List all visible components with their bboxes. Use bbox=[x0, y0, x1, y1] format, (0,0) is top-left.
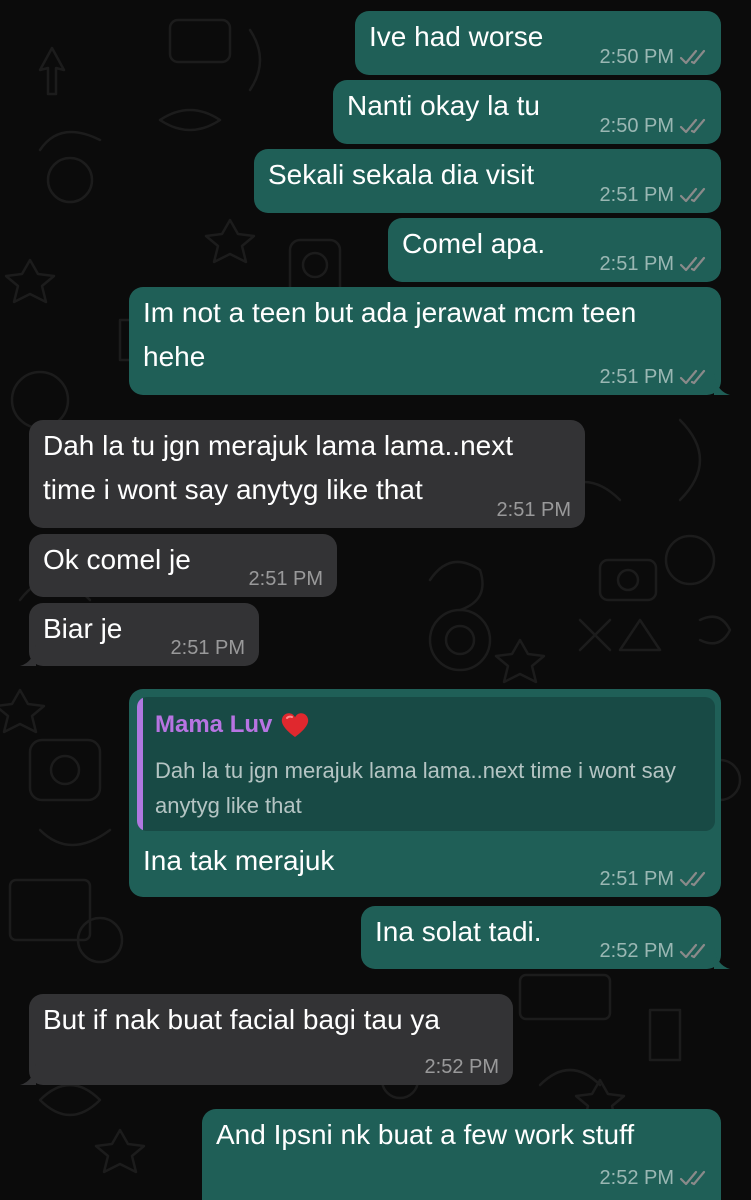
message-text: But if nak buat facial bagi tau ya bbox=[43, 1004, 440, 1035]
double-check-icon bbox=[679, 118, 706, 134]
message-meta: 2:50 PM bbox=[600, 45, 709, 69]
message-text: And Ipsni nk buat a few work stuff bbox=[216, 1119, 635, 1150]
double-check-icon bbox=[679, 369, 706, 385]
bubble-tail bbox=[714, 947, 730, 969]
quote-sender: Mama Luv bbox=[155, 709, 310, 741]
message-text: Comel apa. bbox=[402, 228, 546, 259]
message-text: Im not a teen but ada jerawat mcm teen h… bbox=[143, 297, 637, 372]
message-time: 2:51 PM bbox=[599, 868, 674, 890]
quote-sender-name: Mama Luv bbox=[155, 711, 273, 738]
message-meta: 2:52 PM bbox=[600, 939, 709, 963]
message-text: Nanti okay la tu bbox=[347, 90, 540, 121]
message-bubble-incoming[interactable]: Biar je 2:51 PM bbox=[20, 603, 259, 666]
message-meta: 2:51 PM bbox=[249, 567, 323, 591]
message-meta: 2:52 PM bbox=[425, 1055, 499, 1079]
heart-emoji-icon bbox=[282, 713, 309, 737]
message-bubble-incoming[interactable]: But if nak buat facial bagi tau ya 2:52 … bbox=[20, 994, 513, 1085]
message-text: Ive had worse bbox=[369, 21, 544, 52]
double-check-icon bbox=[679, 871, 706, 887]
message-bubble-incoming[interactable]: Dah la tu jgn merajuk lama lama..next ti… bbox=[29, 420, 585, 528]
bubble-tail bbox=[714, 373, 730, 395]
double-check-icon bbox=[679, 49, 706, 65]
message-meta: 2:51 PM bbox=[600, 867, 709, 891]
message-time: 2:51 PM bbox=[248, 568, 323, 590]
message-text: Ok comel je bbox=[43, 544, 191, 575]
message-meta: 2:51 PM bbox=[600, 365, 709, 389]
message-meta: 2:50 PM bbox=[600, 114, 709, 138]
quoted-message[interactable]: Mama Luv Dah la tu jgn merajuk lama lama… bbox=[137, 697, 715, 831]
message-bubble-outgoing[interactable]: And Ipsni nk buat a few work stuff 2:52 … bbox=[202, 1109, 721, 1200]
message-time: 2:51 PM bbox=[496, 499, 571, 521]
message-text: Ina tak merajuk bbox=[143, 845, 335, 876]
message-meta: 2:51 PM bbox=[171, 636, 245, 660]
message-bubble-outgoing-reply[interactable]: Mama Luv Dah la tu jgn merajuk lama lama… bbox=[129, 689, 721, 897]
message-time: 2:52 PM bbox=[599, 940, 674, 962]
message-time: 2:51 PM bbox=[599, 366, 674, 388]
message-time: 2:51 PM bbox=[170, 637, 245, 659]
message-time: 2:51 PM bbox=[599, 253, 674, 275]
message-text: Dah la tu jgn merajuk lama lama..next ti… bbox=[43, 430, 513, 505]
message-bubble-outgoing[interactable]: Ina solat tadi. 2:52 PM bbox=[361, 906, 730, 969]
message-time: 2:50 PM bbox=[599, 46, 674, 68]
bubble-tail bbox=[20, 1063, 36, 1085]
double-check-icon bbox=[679, 256, 706, 272]
message-bubble-outgoing[interactable]: Comel apa. 2:51 PM bbox=[388, 218, 721, 282]
message-meta: 2:51 PM bbox=[497, 498, 571, 522]
quote-accent-bar bbox=[137, 697, 143, 831]
double-check-icon bbox=[679, 1170, 706, 1186]
message-text: Sekali sekala dia visit bbox=[268, 159, 535, 190]
message-bubble-incoming[interactable]: Ok comel je 2:51 PM bbox=[29, 534, 337, 597]
conversation: Ive had worse 2:50 PM Nanti okay la tu 2… bbox=[0, 0, 751, 1200]
message-time: 2:51 PM bbox=[599, 184, 674, 206]
message-bubble-outgoing[interactable]: Sekali sekala dia visit 2:51 PM bbox=[254, 149, 721, 213]
message-time: 2:52 PM bbox=[424, 1056, 499, 1078]
message-bubble-outgoing[interactable]: Im not a teen but ada jerawat mcm teen h… bbox=[129, 287, 730, 395]
message-text: Ina solat tadi. bbox=[375, 916, 542, 947]
quote-text: Dah la tu jgn merajuk lama lama..next ti… bbox=[155, 758, 676, 818]
message-meta: 2:51 PM bbox=[600, 252, 709, 276]
message-bubble-outgoing[interactable]: Nanti okay la tu 2:50 PM bbox=[333, 80, 721, 144]
bubble-tail bbox=[20, 644, 36, 666]
message-time: 2:50 PM bbox=[599, 115, 674, 137]
message-meta: 2:52 PM bbox=[600, 1166, 709, 1190]
message-meta: 2:51 PM bbox=[600, 183, 709, 207]
double-check-icon bbox=[679, 943, 706, 959]
double-check-icon bbox=[679, 187, 706, 203]
message-time: 2:52 PM bbox=[599, 1167, 674, 1189]
message-text: Biar je bbox=[43, 613, 123, 644]
message-bubble-outgoing[interactable]: Ive had worse 2:50 PM bbox=[355, 11, 721, 75]
